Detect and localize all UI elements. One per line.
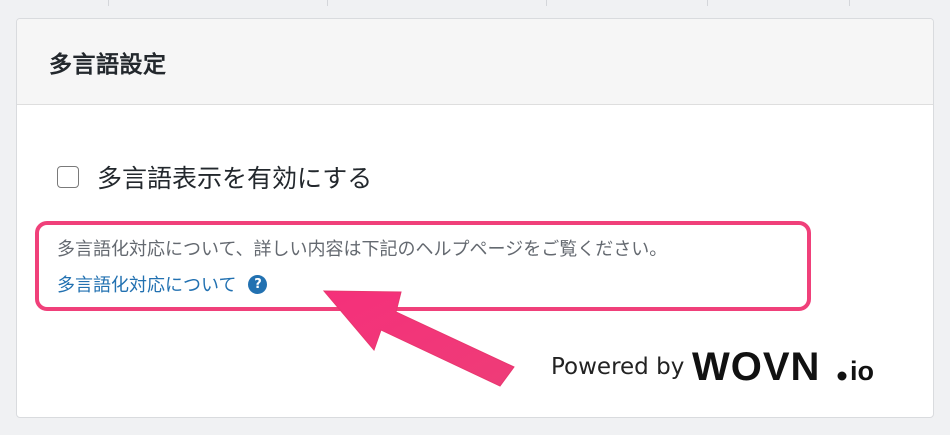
panel-title: 多言語設定 — [49, 51, 167, 78]
help-description: 多言語化対応について、詳しい内容は下記のヘルプページをご覧ください。 — [57, 239, 668, 260]
powered-by-label: Powered by — [551, 354, 685, 380]
enable-multilingual-checkbox[interactable] — [57, 166, 79, 188]
checkbox-label: 多言語表示を有効にする — [97, 164, 373, 193]
panel-header: 多言語設定 — [17, 19, 933, 105]
wovn-logo: WOVN io — [692, 349, 874, 385]
top-separators — [0, 0, 950, 8]
svg-text:WOVN: WOVN — [692, 349, 820, 385]
svg-text:io: io — [850, 356, 874, 385]
enable-multilingual-checkbox-row[interactable]: 多言語表示を有効にする — [57, 159, 372, 195]
help-link-row: 多言語化対応について ? — [57, 271, 268, 297]
multilingual-settings-panel: 多言語設定 多言語表示を有効にする 多言語化対応について、詳しい内容は下記のヘル… — [16, 18, 934, 418]
powered-by-wovn: Powered by WOVN io — [551, 349, 906, 385]
question-circle-icon[interactable]: ? — [248, 274, 268, 294]
help-page-link[interactable]: 多言語化対応について — [57, 271, 236, 297]
